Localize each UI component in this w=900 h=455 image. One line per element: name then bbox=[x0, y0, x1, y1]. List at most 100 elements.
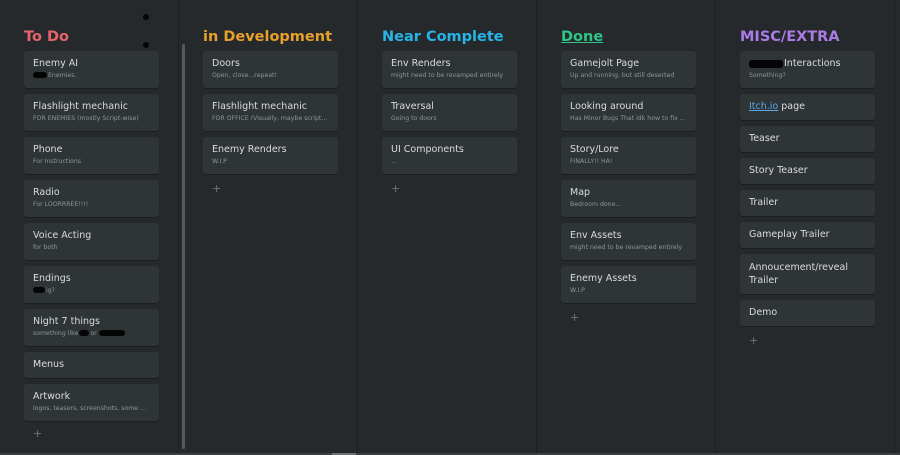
card-title: Interactions bbox=[749, 58, 866, 70]
card-description: might need to be revamped entirely bbox=[570, 244, 683, 251]
add-card-button[interactable]: + bbox=[391, 182, 405, 196]
card-looking-around[interactable]: Looking around Has Minor Bugs That idk h… bbox=[561, 94, 696, 131]
redaction-mark bbox=[749, 59, 783, 68]
card-title: Traversal bbox=[391, 101, 434, 112]
card-description: For LOORRREE!!!! bbox=[33, 201, 89, 208]
card-gameplay-trailer[interactable]: Gameplay Trailer bbox=[740, 222, 875, 248]
card-ui-components[interactable]: UI Components ... bbox=[382, 137, 517, 174]
card-list: Env Renders might need to be revamped en… bbox=[382, 51, 517, 174]
card-description: ig? bbox=[33, 286, 150, 295]
card-title: Doors bbox=[212, 58, 240, 69]
card-flashlight-mechanic[interactable]: Flashlight mechanic FOR ENEMIES (mostly … bbox=[24, 94, 159, 131]
card-description: FOR ENEMIES (mostly Script-wise) bbox=[33, 115, 139, 122]
card-title: UI Components bbox=[391, 144, 464, 155]
card-interactions[interactable]: Interactions Something? bbox=[740, 51, 875, 88]
card-description: something like or bbox=[33, 329, 150, 338]
card-title: Gamejolt Page bbox=[570, 58, 640, 69]
card-description: Something? bbox=[749, 72, 786, 79]
card-title: Demo bbox=[749, 307, 778, 318]
card-description: logos, teasers, screenshots, some art? bbox=[33, 405, 150, 412]
card-description: might need to be revamped entirely bbox=[391, 72, 504, 79]
card-title: Trailer bbox=[749, 197, 779, 208]
card-title: Night 7 things bbox=[33, 316, 100, 327]
add-card-button[interactable]: + bbox=[570, 311, 584, 325]
card-title: Radio bbox=[33, 187, 60, 198]
card-description: Open, close...repeat! bbox=[212, 72, 277, 79]
itch-io-link[interactable]: Itch.io bbox=[749, 101, 778, 112]
add-card-button[interactable]: + bbox=[212, 182, 226, 196]
column-todo: To Do Enemy AI Enemies. Flashlight mecha… bbox=[0, 0, 179, 455]
card-flashlight-mechanic[interactable]: Flashlight mechanic FOR OFFICE (Visually… bbox=[203, 94, 338, 131]
card-description: Up and running, but still deserted bbox=[570, 72, 675, 79]
card-endings[interactable]: Endings ig? bbox=[24, 266, 159, 303]
card-description: W.I.P bbox=[570, 287, 585, 294]
card-map[interactable]: Map Bedroom done... bbox=[561, 180, 696, 217]
card-night-7-things[interactable]: Night 7 things something like or bbox=[24, 309, 159, 346]
card-enemy-ai[interactable]: Enemy AI Enemies. bbox=[24, 51, 159, 88]
card-description: FOR OFFICE (Visually, maybe scripts?) bbox=[212, 115, 329, 122]
column-scrollbar[interactable] bbox=[182, 44, 185, 449]
card-title: Map bbox=[570, 187, 591, 198]
card-list: Doors Open, close...repeat! Flashlight m… bbox=[203, 51, 338, 174]
card-doors[interactable]: Doors Open, close...repeat! bbox=[203, 51, 338, 88]
card-teaser[interactable]: Teaser bbox=[740, 126, 875, 152]
card-title: Annoucement/reveal Trailer bbox=[749, 262, 848, 286]
add-card-button[interactable]: + bbox=[33, 427, 47, 441]
card-description: FINALLY!! HA! bbox=[570, 158, 613, 165]
card-list: Enemy AI Enemies. Flashlight mechanic FO… bbox=[24, 51, 159, 421]
card-title: Story/Lore bbox=[570, 144, 619, 155]
card-title: Gameplay Trailer bbox=[749, 229, 830, 240]
card-title: Enemy Renders bbox=[212, 144, 287, 155]
card-description: Enemies. bbox=[33, 71, 150, 80]
card-list: Gamejolt Page Up and running, but still … bbox=[561, 51, 696, 303]
card-title: Endings bbox=[33, 273, 71, 284]
card-title-text: page bbox=[778, 101, 805, 112]
card-voice-acting[interactable]: Voice Acting for both bbox=[24, 223, 159, 260]
column-title: Done bbox=[561, 29, 604, 45]
redaction-mark bbox=[33, 72, 47, 78]
add-card-button[interactable]: + bbox=[749, 334, 763, 348]
card-gamejolt-page[interactable]: Gamejolt Page Up and running, but still … bbox=[561, 51, 696, 88]
card-artwork[interactable]: Artwork logos, teasers, screenshots, som… bbox=[24, 384, 159, 421]
card-description-text: Enemies. bbox=[48, 72, 77, 79]
column-title: To Do bbox=[24, 29, 69, 45]
card-story-teaser[interactable]: Story Teaser bbox=[740, 158, 875, 184]
column-near-complete: Near Complete Env Renders might need to … bbox=[358, 0, 537, 455]
card-traversal[interactable]: Traversal Going to doors bbox=[382, 94, 517, 131]
card-title: Itch.io page bbox=[749, 101, 866, 113]
card-phone[interactable]: Phone For Instructions bbox=[24, 137, 159, 174]
card-title: Env Renders bbox=[391, 58, 451, 69]
card-description: Has Minor Bugs That idk how to fix ... bbox=[570, 115, 686, 122]
card-itch-page[interactable]: Itch.io page bbox=[740, 94, 875, 120]
card-title: Enemy Assets bbox=[570, 273, 637, 284]
card-env-renders[interactable]: Env Renders might need to be revamped en… bbox=[382, 51, 517, 88]
card-title: Story Teaser bbox=[749, 165, 808, 176]
card-story-lore[interactable]: Story/Lore FINALLY!! HA! bbox=[561, 137, 696, 174]
column-misc-extra: MISC/EXTRA Interactions Something? Itch.… bbox=[716, 0, 895, 455]
card-title: Phone bbox=[33, 144, 63, 155]
card-radio[interactable]: Radio For LOORRREE!!!! bbox=[24, 180, 159, 217]
kanban-board: To Do Enemy AI Enemies. Flashlight mecha… bbox=[0, 0, 900, 455]
card-description: Bedroom done... bbox=[570, 201, 622, 208]
card-menus[interactable]: Menus bbox=[24, 352, 159, 378]
card-demo[interactable]: Demo bbox=[740, 300, 875, 326]
card-title: Enemy AI bbox=[33, 58, 79, 69]
card-title: Teaser bbox=[749, 133, 780, 144]
redaction-mark bbox=[79, 330, 90, 336]
column-title: MISC/EXTRA bbox=[740, 29, 840, 45]
card-enemy-assets[interactable]: Enemy Assets W.I.P bbox=[561, 266, 696, 303]
card-description-text: ig? bbox=[46, 287, 55, 294]
card-enemy-renders[interactable]: Enemy Renders W.I.P bbox=[203, 137, 338, 174]
card-description: For Instructions bbox=[33, 158, 81, 165]
redaction-mark bbox=[33, 287, 45, 293]
card-env-assets[interactable]: Env Assets might need to be revamped ent… bbox=[561, 223, 696, 260]
column-title: in Development bbox=[203, 29, 333, 45]
card-description: ... bbox=[391, 158, 397, 165]
card-trailer[interactable]: Trailer bbox=[740, 190, 875, 216]
card-description: W.I.P bbox=[212, 158, 227, 165]
card-title: Flashlight mechanic bbox=[212, 101, 308, 112]
card-announcement-trailer[interactable]: Annoucement/reveal Trailer bbox=[740, 254, 875, 294]
card-title: Voice Acting bbox=[33, 230, 92, 241]
column-done: Done Gamejolt Page Up and running, but s… bbox=[537, 0, 716, 455]
card-title: Artwork bbox=[33, 391, 71, 402]
